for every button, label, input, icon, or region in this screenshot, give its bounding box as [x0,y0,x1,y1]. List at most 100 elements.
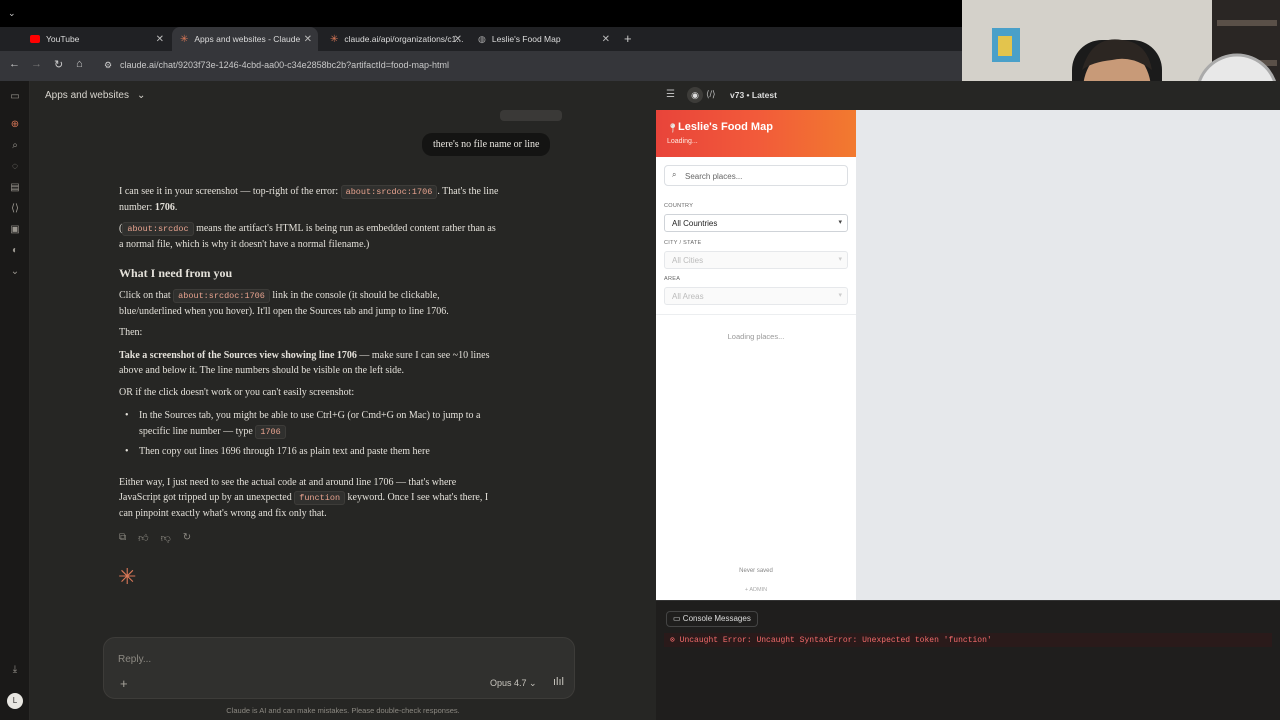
admin-link[interactable]: + ADMIN [656,587,856,593]
retry-icon[interactable]: ↻ [183,532,191,544]
claude-spark-icon: ✳ [118,564,137,589]
console-error-text: Uncaught Error: Uncaught SyntaxError: Un… [679,636,992,645]
list-icon[interactable]: ☰ [666,89,675,100]
user-message: there's no file name or line [422,133,551,156]
city-label: CITY / STATE [664,240,702,246]
chevron-down-icon: ⌄ [136,90,146,101]
reload-icon[interactable]: ↻ [54,58,63,71]
search-icon[interactable]: ⌕ [8,140,22,151]
home-icon[interactable]: ⌂ [76,58,83,70]
copy-icon[interactable]: ⧉ [119,532,126,544]
user-attachment-preview [500,110,562,121]
country-label: COUNTRY [664,203,694,209]
assistant-paragraph: Click on that about:srcdoc:1706 link in … [119,289,449,317]
new-chat-plus-icon[interactable]: ⊕ [8,119,22,130]
bullet-list: In the Sources tab, you might be able to… [119,408,549,464]
console-error-line[interactable]: ⊗ Uncaught Error: Uncaught SyntaxError: … [664,633,1272,647]
app-status: Loading... [667,138,698,145]
voice-waveform-icon[interactable]: ılıl [553,676,564,688]
tab-strip: YouTube ✕ ✳ Apps and websites - Claude ✕… [0,27,962,51]
palette-icon[interactable]: ◐ [8,245,22,256]
tab-label: claude.ai/api/organizations/c1... [344,34,464,44]
disclaimer: Claude is AI and can make mistakes. Plea… [226,706,460,715]
youtube-favicon-icon [30,35,40,43]
preview-eye-icon[interactable]: ◉ [687,87,703,103]
new-tab-plus-icon[interactable]: + [624,31,632,46]
search-input[interactable]: ⌕ Search places... [664,165,848,186]
version-label[interactable]: v73 • Latest [730,90,777,100]
globe-favicon-icon: ◍ [478,33,486,44]
assistant-paragraph: OR if the click doesn't work or you can'… [119,387,355,398]
code-view-icon[interactable]: ⟨/⟩ [706,89,716,100]
chevron-down-icon: ▾ [838,256,842,263]
console-button-label: Console Messages [682,614,751,623]
reply-input[interactable]: Reply... [118,654,151,665]
list-item: In the Sources tab, you might be able to… [119,408,549,440]
address-bar: ← → ↻ ⌂ ⚙ claude.ai/chat/9203f73e-1246-4… [0,51,962,81]
chat-title[interactable]: Apps and websites ⌄ [45,90,145,101]
assistant-paragraph: Then: [119,327,143,338]
section-heading: What I need from you [119,266,233,280]
console-messages-button[interactable]: ▭ Console Messages [666,611,758,627]
tab-food-map[interactable]: ◍ Leslie's Food Map ✕ [470,27,616,51]
close-tab-icon[interactable]: ✕ [304,34,312,45]
pin-icon: 📍︎ [667,123,679,133]
sidebar-toggle-icon[interactable]: ▭ [8,91,22,102]
area-label: AREA [664,276,681,282]
search-icon: ⌕ [672,170,677,179]
close-tab-icon[interactable]: ✕ [156,34,164,45]
download-icon[interactable]: ⤓ [8,664,22,675]
console-panel: ▭ Console Messages ⊗ Uncaught Error: Unc… [656,600,1280,720]
projects-icon[interactable]: ▤ [8,182,22,193]
left-rail: ▭ ⊕ ⌕ ◌ ▤ ⟨⟩ ▣ ◐ ⌄ ⤓ L [0,81,30,720]
tab-label: YouTube [46,34,80,44]
site-info-icon[interactable]: ⚙ [104,60,112,71]
tab-label: Leslie's Food Map [491,34,561,44]
assistant-paragraph: (about:srcdoc means the artifact's HTML … [119,222,496,250]
thumbs-up-icon[interactable]: 👍︎ [138,532,148,544]
city-select[interactable]: All Cities ▾ [664,251,848,269]
chats-icon[interactable]: ◌ [8,161,22,172]
chat-title-label: Apps and websites [45,90,129,101]
chat-panel: Apps and websites ⌄ there's no file name… [30,81,656,720]
reply-box[interactable]: Reply... + Opus 4.7 ⌄ ılıl [103,637,575,699]
back-arrow-icon[interactable]: ← [9,58,20,70]
model-label: Opus 4.7 [490,678,527,688]
city-value: All Cities [672,256,704,265]
chevron-down-icon[interactable]: ⌄ [8,266,22,277]
tab-label: Apps and websites - Claude [194,34,301,44]
thumbs-down-icon[interactable]: 👎︎ [161,532,171,544]
assistant-paragraph: I can see it in your screenshot — top-ri… [119,185,499,213]
assistant-paragraph: Either way, I just need to see the actua… [119,477,489,519]
tab-claude-api[interactable]: ✳ claude.ai/api/organizations/c1... ✕ [322,27,468,51]
artifact-header-right [962,81,1280,110]
avatar[interactable]: L [7,693,23,709]
tab-claude-apps[interactable]: ✳ Apps and websites - Claude ✕ [172,27,318,51]
artifact-header: ☰ ◉ ⟨/⟩ v73 • Latest [656,81,962,110]
area-select[interactable]: All Areas ▾ [664,287,848,305]
chevron-down-icon: ▾ [838,219,842,226]
tab-youtube[interactable]: YouTube ✕ [22,27,170,51]
model-selector[interactable]: Opus 4.7 ⌄ [490,678,537,689]
close-tab-icon[interactable]: ✕ [602,34,610,45]
list-item: Then copy out lines 1696 through 1716 as… [119,444,549,460]
search-placeholder: Search places... [685,172,743,181]
divider [656,314,856,315]
message-actions: ⧉ 👍︎ 👎︎ ↻ [119,532,191,544]
country-value: All Countries [672,219,718,228]
chevron-down-icon: ▾ [838,292,842,299]
url-field[interactable]: claude.ai/chat/9203f73e-1246-4cbd-aa00-c… [120,60,449,70]
country-select[interactable]: All Countries ▾ [664,214,848,232]
close-tab-icon[interactable]: ✕ [454,34,462,45]
assistant-paragraph: Take a screenshot of the Sources view sh… [119,350,490,376]
loading-places-text: Loading places... [727,332,785,341]
attach-plus-icon[interactable]: + [120,676,128,691]
claude-favicon-icon: ✳ [180,33,189,45]
artifacts-icon[interactable]: ▣ [8,224,22,235]
tab-list-chevron-icon[interactable]: ⌄ [8,8,16,19]
code-icon[interactable]: ⟨⟩ [8,203,22,214]
app-header: 📍︎ Leslie's Food Map Loading... [656,110,856,157]
forward-arrow-icon[interactable]: → [31,58,42,70]
save-status: Never saved [739,568,773,574]
area-value: All Areas [672,292,704,301]
